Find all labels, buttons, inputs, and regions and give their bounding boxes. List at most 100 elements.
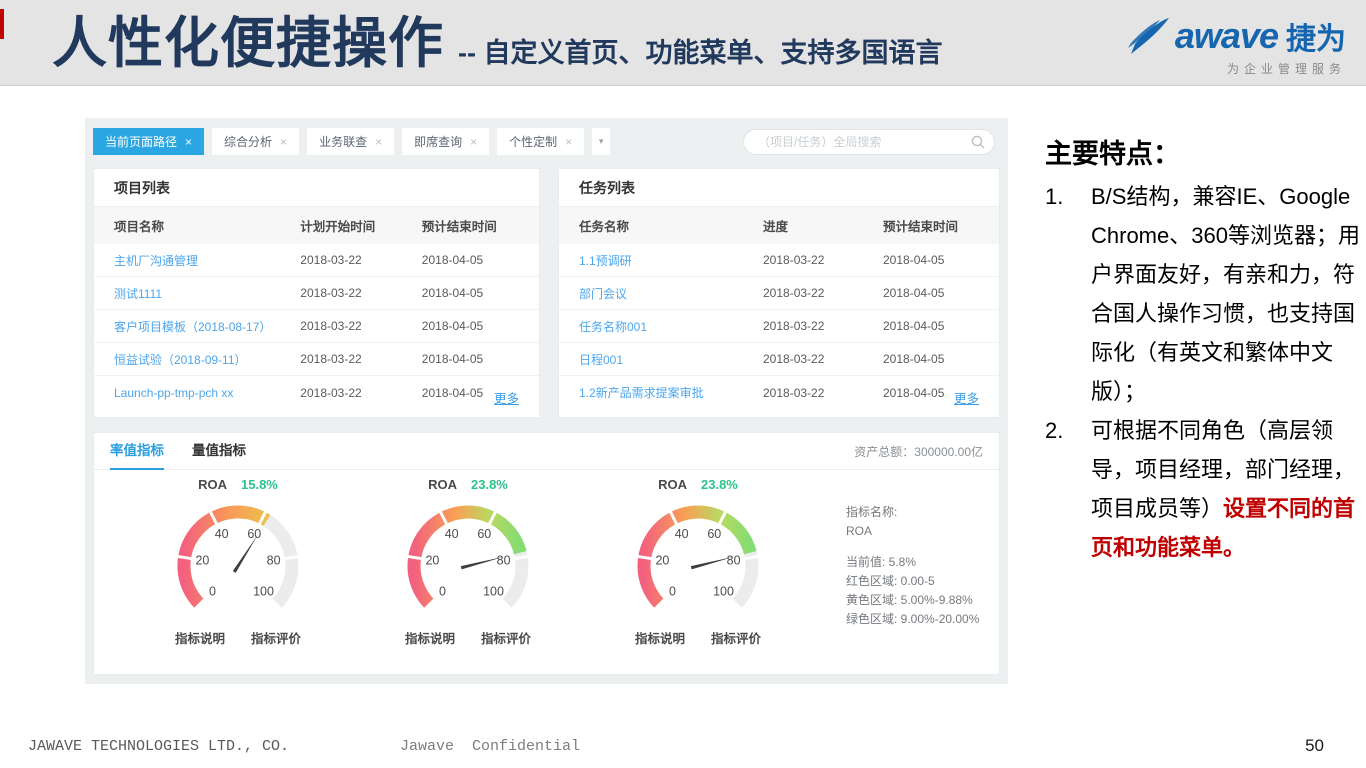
project-link[interactable]: 客户项目模板（2018-08-17） (114, 318, 300, 335)
svg-text:80: 80 (497, 553, 511, 567)
progress-date: 2018-03-22 (763, 286, 883, 300)
panel-title: 项目列表 (94, 169, 539, 207)
indicator-evaluation-link[interactable]: 指标评价 (481, 628, 531, 647)
feature-number: 2. (1045, 411, 1091, 567)
tab-current-page-path[interactable]: 当前页面路径 × (93, 128, 204, 155)
more-link[interactable]: 更多 (494, 388, 519, 407)
tab-comprehensive-analysis[interactable]: 综合分析 × (212, 128, 299, 155)
table-row: 日程001 2018-03-22 2018-04-05 (559, 343, 999, 376)
table-row: 1.1预调研 2018-03-22 2018-04-05 (559, 244, 999, 277)
gauge-block-2: ROA 23.8% 020406080100 指标说明 指标评价 (378, 477, 558, 647)
indicator-evaluation-link[interactable]: 指标评价 (711, 628, 761, 647)
indicator-description-link[interactable]: 指标说明 (175, 628, 225, 647)
start-date: 2018-03-22 (300, 386, 422, 400)
project-link[interactable]: 测试1111 (114, 285, 300, 302)
chevron-down-icon: ▾ (599, 136, 604, 147)
table-row: 主机厂沟通管理 2018-03-22 2018-04-05 (94, 244, 539, 277)
footer-confidential: Jawave Confidential (400, 738, 580, 755)
gauge-name: ROA (658, 477, 687, 492)
project-list-panel: 项目列表 项目名称 计划开始时间 预计结束时间 主机厂沟通管理 2018-03-… (93, 168, 540, 418)
indicator-evaluation-link[interactable]: 指标评价 (251, 628, 301, 647)
jawave-logo: awave 捷为 为企业管理服务 (1096, 14, 1346, 77)
indicator-description-link[interactable]: 指标说明 (635, 628, 685, 647)
task-link[interactable]: 任务名称001 (579, 318, 763, 335)
indicator-description-link[interactable]: 指标说明 (405, 628, 455, 647)
project-link[interactable]: 恒益试验（2018-09-11） (114, 351, 300, 368)
tab-overflow-dropdown[interactable]: ▾ (592, 128, 610, 155)
indicator-name-label: 指标名称: (846, 503, 979, 522)
progress-date: 2018-03-22 (763, 352, 883, 366)
task-link[interactable]: 日程001 (579, 351, 763, 368)
tab-label: 综合分析 (224, 133, 272, 150)
logo-brand-cn: 捷为 (1286, 14, 1346, 58)
svg-text:100: 100 (253, 585, 274, 599)
indicator-red-zone: 红色区域: 0.00-5 (846, 572, 979, 591)
start-date: 2018-03-22 (300, 286, 422, 300)
task-list-panel: 任务列表 任务名称 进度 预计结束时间 1.1预调研 2018-03-22 20… (558, 168, 1000, 418)
table-row: 测试1111 2018-03-22 2018-04-05 (94, 277, 539, 310)
svg-text:80: 80 (267, 553, 281, 567)
svg-text:60: 60 (247, 527, 261, 541)
col-project-name: 项目名称 (114, 216, 300, 235)
col-expected-end: 预计结束时间 (883, 216, 979, 235)
table-row: 恒益试验（2018-09-11） 2018-03-22 2018-04-05 (94, 343, 539, 376)
gauge-value: 23.8% (701, 477, 738, 492)
table-row: 部门会议 2018-03-22 2018-04-05 (559, 277, 999, 310)
svg-text:100: 100 (713, 585, 734, 599)
task-link[interactable]: 1.2新产品需求提案审批 (579, 384, 763, 401)
slide: 人性化便捷操作 -- 自定义首页、功能菜单、支持多国语言 awave 捷为 为企… (0, 0, 1366, 768)
page-subtitle: -- 自定义首页、功能菜单、支持多国语言 (458, 31, 942, 70)
svg-text:40: 40 (215, 527, 229, 541)
svg-text:0: 0 (209, 585, 216, 599)
progress-date: 2018-03-22 (763, 319, 883, 333)
table-row: 1.2新产品需求提案审批 2018-03-22 2018-04-05 (559, 376, 999, 409)
close-icon[interactable]: × (565, 135, 572, 149)
col-task-name: 任务名称 (579, 216, 763, 235)
app-tabbar: 当前页面路径 × 综合分析 × 业务联查 × 即席查询 × 个性定制 × ▾ (93, 128, 610, 155)
close-icon[interactable]: × (185, 135, 192, 149)
tab-adhoc-query[interactable]: 即席查询 × (402, 128, 489, 155)
end-date: 2018-04-05 (422, 286, 519, 300)
project-link[interactable]: Launch-pp-tmp-pch xx (114, 386, 300, 400)
svg-text:0: 0 (669, 585, 676, 599)
svg-text:0: 0 (439, 585, 446, 599)
gauge-value: 23.8% (471, 477, 508, 492)
table-row: 客户项目模板（2018-08-17） 2018-03-22 2018-04-05 (94, 310, 539, 343)
tab-personalization[interactable]: 个性定制 × (497, 128, 584, 155)
col-expected-end: 预计结束时间 (422, 216, 519, 235)
panel-title: 任务列表 (559, 169, 999, 207)
tab-label: 当前页面路径 (105, 133, 177, 150)
close-icon[interactable]: × (280, 135, 287, 149)
table-header: 项目名称 计划开始时间 预计结束时间 (94, 207, 539, 244)
logo-tagline: 为企业管理服务 (1096, 60, 1346, 77)
gauge-name: ROA (428, 477, 457, 492)
close-icon[interactable]: × (470, 135, 477, 149)
svg-text:20: 20 (655, 553, 669, 567)
indicator-current-value: 当前值: 5.8% (846, 553, 979, 572)
end-date: 2018-04-05 (883, 253, 979, 267)
logo-swoosh-icon (1127, 16, 1173, 56)
search-icon[interactable] (971, 135, 985, 149)
svg-text:60: 60 (477, 527, 491, 541)
tab-rate-indicators[interactable]: 率值指标 (110, 433, 164, 470)
task-link[interactable]: 部门会议 (579, 285, 763, 302)
more-link[interactable]: 更多 (954, 388, 979, 407)
svg-text:100: 100 (483, 585, 504, 599)
tab-amount-indicators[interactable]: 量值指标 (192, 433, 246, 470)
gauge-name: ROA (198, 477, 227, 492)
close-icon[interactable]: × (375, 135, 382, 149)
slide-footer: JAWAVE TECHNOLOGIES LTD., CO. Jawave Con… (0, 728, 1366, 768)
tab-business-query[interactable]: 业务联查 × (307, 128, 394, 155)
feature-text: B/S结构，兼容IE、Google Chrome、360等浏览器；用户界面友好，… (1091, 184, 1360, 404)
project-link[interactable]: 主机厂沟通管理 (114, 252, 300, 269)
task-link[interactable]: 1.1预调研 (579, 252, 763, 269)
svg-text:60: 60 (707, 527, 721, 541)
indicator-green-zone: 绿色区域: 9.00%-20.00% (846, 610, 979, 629)
end-date: 2018-04-05 (883, 286, 979, 300)
page-title: 人性化便捷操作 (52, 0, 444, 86)
progress-date: 2018-03-22 (763, 253, 883, 267)
features-heading: 主要特点： (1045, 132, 1361, 171)
search-input[interactable] (743, 129, 995, 155)
footer-company: JAWAVE TECHNOLOGIES LTD., CO. (28, 738, 289, 755)
feature-number: 1. (1045, 177, 1091, 411)
